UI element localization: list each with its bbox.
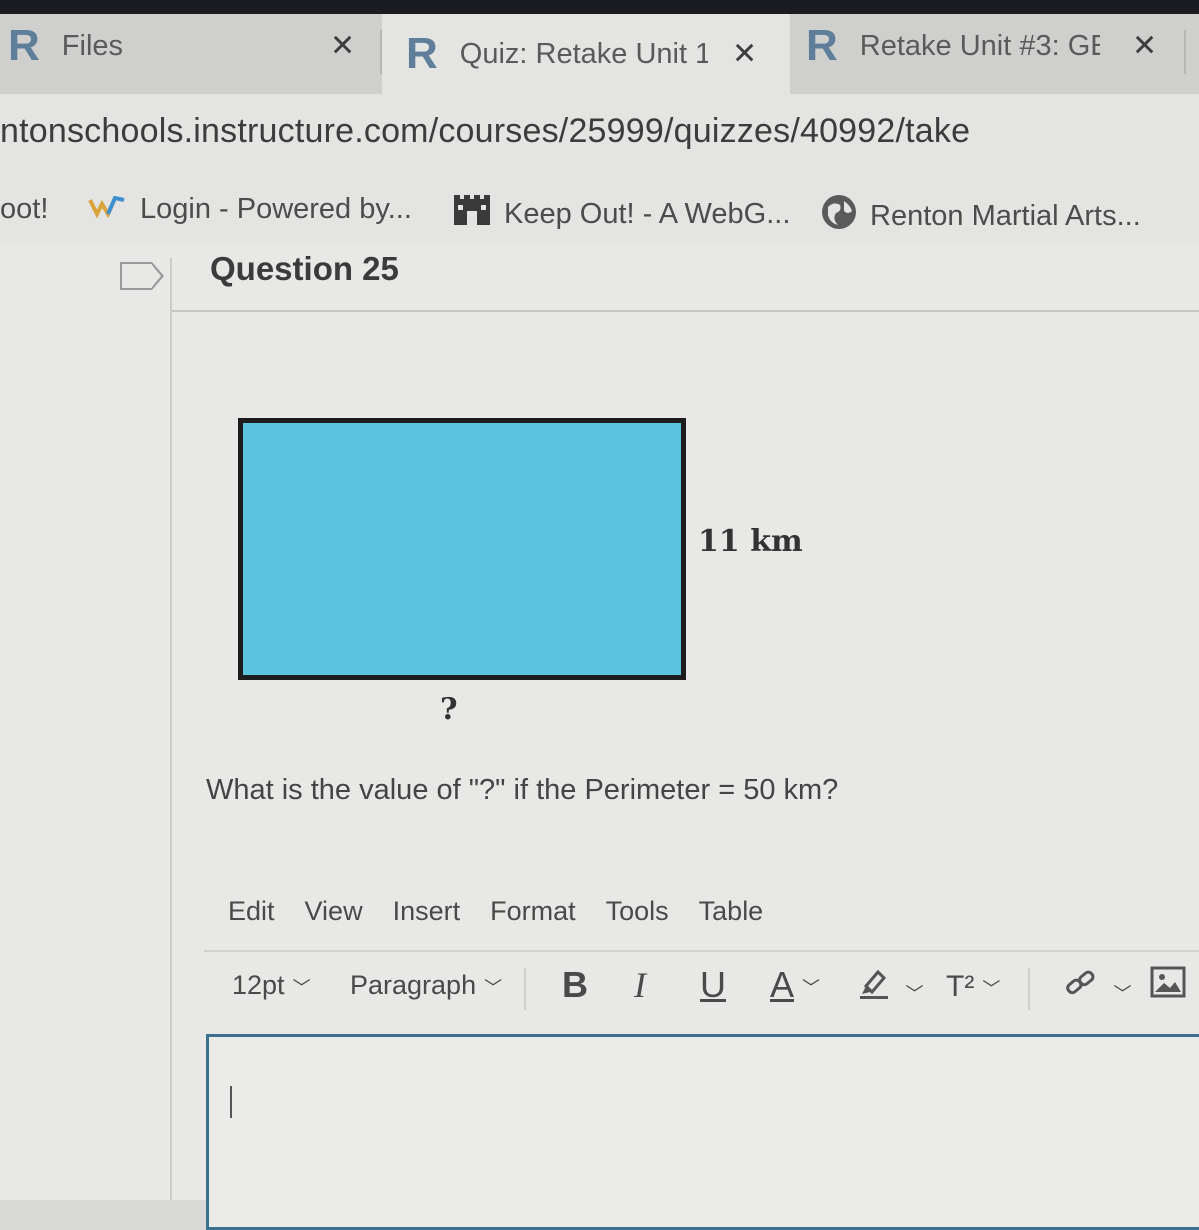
menu-table[interactable]: Table [699, 896, 764, 927]
menu-tools[interactable]: Tools [606, 896, 669, 927]
bookmark-label: Keep Out! - A WebG... [504, 197, 791, 230]
chevron-down-icon: ﹀ [905, 983, 924, 1004]
bookmark-login[interactable]: Login - Powered by... [88, 193, 412, 226]
canvas-r-icon: R [406, 29, 438, 78]
w-logo-icon [88, 193, 128, 226]
text-caret [230, 1086, 232, 1118]
bold-button[interactable]: B [562, 964, 588, 1006]
bookmark-oot[interactable]: oot! [0, 193, 48, 226]
question-title: Question 25 [210, 250, 399, 287]
toolbar-separator [1028, 968, 1030, 1010]
tab-title: Files [61, 29, 124, 62]
canvas-r-icon: R [8, 21, 40, 70]
window-top-bar [0, 0, 1199, 14]
question-left-border [170, 258, 172, 1200]
image-icon [1150, 966, 1186, 1004]
underline-button[interactable]: U [700, 964, 726, 1006]
close-icon[interactable]: ✕ [732, 37, 757, 72]
close-icon[interactable]: ✕ [1132, 29, 1157, 64]
bookmark-label: Renton Martial Arts... [870, 199, 1141, 232]
italic-button[interactable]: I [634, 964, 646, 1006]
bookmark-label: Login - Powered by... [140, 193, 412, 225]
chevron-down-icon: ﹀ [292, 977, 311, 998]
editor-menubar: Edit View Insert Format Tools Table [228, 896, 793, 927]
tab-divider [1184, 30, 1186, 74]
flag-question-icon[interactable] [120, 262, 164, 290]
toolbar-divider [204, 950, 1199, 952]
chevron-down-icon: ﹀ [484, 977, 503, 998]
chevron-down-icon: ﹀ [802, 978, 821, 999]
menu-edit[interactable]: Edit [228, 896, 275, 927]
font-size-value: 12pt [232, 970, 285, 1000]
block-format-select[interactable]: Paragraph ﹀ [350, 970, 502, 1001]
tab-retake-unit-3[interactable]: R Retake Unit #3: GE( ✕ [806, 18, 1186, 74]
insert-image-button[interactable] [1150, 966, 1186, 1005]
canvas-r-icon: R [806, 21, 838, 70]
link-button[interactable]: ﹀ [1064, 966, 1132, 1007]
url-text[interactable]: ntonschools.instructure.com/courses/2599… [0, 112, 970, 151]
menu-format[interactable]: Format [490, 896, 576, 927]
question-prompt: What is the value of "?" if the Perimete… [206, 774, 839, 806]
bookmark-keep-out[interactable]: Keep Out! - A WebG... [452, 193, 790, 235]
chevron-down-icon: ﹀ [982, 979, 1001, 1000]
menu-insert[interactable]: Insert [393, 896, 461, 927]
toolbar-separator [524, 968, 526, 1010]
text-color-label: A [770, 964, 795, 1005]
block-format-value: Paragraph [350, 970, 477, 1000]
link-icon [1064, 970, 1106, 1006]
bookmark-renton-martial-arts[interactable]: Renton Martial Arts... [820, 193, 1141, 239]
highlighter-icon [858, 969, 898, 1006]
tab-title: Retake Unit #3: GE( [859, 29, 1100, 62]
tab-title: Quiz: Retake Unit 1/ [459, 37, 708, 70]
editor-toolbar: 12pt ﹀ Paragraph ﹀ B I U A ﹀ ﹀ T² ﹀ ﹀ [230, 964, 1199, 1014]
text-color-button[interactable]: A ﹀ [770, 964, 820, 1006]
castle-icon [452, 193, 492, 235]
globe-icon [820, 193, 858, 239]
rectangle-figure [238, 418, 686, 680]
highlight-button[interactable]: ﹀ [858, 966, 924, 1007]
font-size-select[interactable]: 12pt ﹀ [232, 970, 311, 1001]
question-header-divider [172, 310, 1199, 312]
menu-view[interactable]: View [305, 896, 363, 927]
superscript-label: T² [946, 970, 975, 1003]
tab-files[interactable]: R Files ✕ [8, 18, 378, 74]
answer-editor[interactable] [206, 1034, 1199, 1230]
unknown-length-label: ? [440, 692, 458, 727]
side-length-label: 11 km [698, 524, 803, 559]
superscript-button[interactable]: T² ﹀ [946, 970, 1000, 1004]
chevron-down-icon: ﹀ [1113, 983, 1132, 1004]
tab-quiz-retake[interactable]: R Quiz: Retake Unit 1/ ✕ [382, 14, 790, 94]
close-icon[interactable]: ✕ [330, 29, 355, 64]
bookmark-label: oot! [0, 193, 49, 225]
